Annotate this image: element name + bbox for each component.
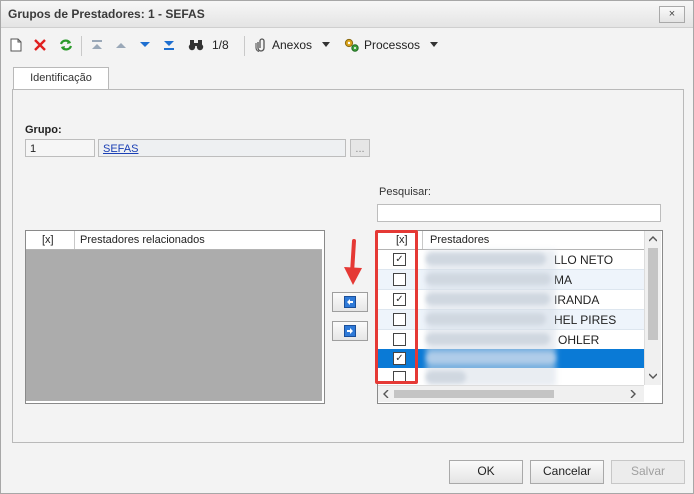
last-record-icon[interactable] <box>162 38 176 52</box>
toolbar-separator <box>244 36 245 56</box>
toolbar-separator <box>81 36 82 56</box>
delete-icon[interactable] <box>33 38 47 52</box>
chevron-left-icon[interactable] <box>383 390 389 398</box>
paperclip-icon <box>255 38 265 52</box>
search-label: Pesquisar: <box>379 186 431 198</box>
chevron-down-icon[interactable] <box>649 373 657 379</box>
chevron-down-icon <box>430 42 438 47</box>
group-lookup-button[interactable]: ... <box>350 139 370 157</box>
dialog-window: Grupos de Prestadores: 1 - SEFAS × 1/8 A… <box>0 0 694 494</box>
scrollbar-thumb[interactable] <box>394 390 554 398</box>
arrow-right-icon <box>344 325 356 337</box>
group-name-link[interactable]: SEFAS <box>103 143 138 155</box>
save-button[interactable]: Salvar <box>611 460 685 484</box>
title-bar: Grupos de Prestadores: 1 - SEFAS × <box>1 1 693 28</box>
close-button[interactable]: × <box>659 6 685 23</box>
grid-header: [x] Prestadores relacionados <box>26 231 322 250</box>
providers-grid: [x] Prestadores ✓ LLO NETO MA ✓ IRANDA H… <box>377 230 663 404</box>
group-name-field[interactable]: SEFAS <box>98 139 346 157</box>
first-record-icon[interactable] <box>90 38 104 52</box>
provider-name: HEL PIRES <box>554 313 617 327</box>
new-document-icon[interactable] <box>9 38 23 52</box>
provider-name: LLO NETO <box>554 253 614 267</box>
provider-name: MA <box>554 273 572 287</box>
provider-name: OHLER <box>558 333 600 347</box>
move-left-button[interactable] <box>332 292 368 312</box>
search-input[interactable] <box>377 204 661 222</box>
previous-record-icon[interactable] <box>114 38 128 52</box>
scrollbar-thumb[interactable] <box>648 248 658 340</box>
related-providers-grid: [x] Prestadores relacionados <box>25 230 325 404</box>
column-header-name[interactable]: Prestadores <box>430 231 489 249</box>
chevron-up-icon[interactable] <box>649 236 657 242</box>
chevron-down-icon <box>322 42 330 47</box>
gears-icon <box>344 38 359 52</box>
highlight-box <box>375 230 418 384</box>
cancel-button[interactable]: Cancelar <box>530 460 604 484</box>
move-right-button[interactable] <box>332 321 368 341</box>
group-label: Grupo: <box>25 124 62 136</box>
arrow-left-icon <box>344 296 356 308</box>
provider-name: IRANDA <box>554 293 600 307</box>
vertical-scrollbar[interactable] <box>644 231 661 385</box>
ok-button[interactable]: OK <box>449 460 523 484</box>
attachments-menu[interactable]: Anexos <box>272 36 312 54</box>
column-header-name[interactable]: Prestadores relacionados <box>80 231 205 249</box>
horizontal-scrollbar[interactable] <box>378 385 644 402</box>
chevron-right-icon[interactable] <box>630 390 636 398</box>
annotation-arrow-icon <box>344 239 362 285</box>
group-code-field[interactable]: 1 <box>25 139 95 157</box>
refresh-icon[interactable] <box>59 38 73 52</box>
binoculars-icon[interactable] <box>188 38 204 52</box>
toolbar: 1/8 Anexos Processos <box>1 28 693 62</box>
record-counter: 1/8 <box>212 38 229 52</box>
empty-grid-area <box>26 250 322 401</box>
processes-menu[interactable]: Processos <box>364 36 420 54</box>
column-header-check[interactable]: [x] <box>42 231 54 249</box>
tab-identificacao[interactable]: Identificação <box>13 67 109 90</box>
next-record-icon[interactable] <box>138 38 152 52</box>
redaction-overlay <box>426 250 556 386</box>
window-title: Grupos de Prestadores: 1 - SEFAS <box>8 7 205 21</box>
